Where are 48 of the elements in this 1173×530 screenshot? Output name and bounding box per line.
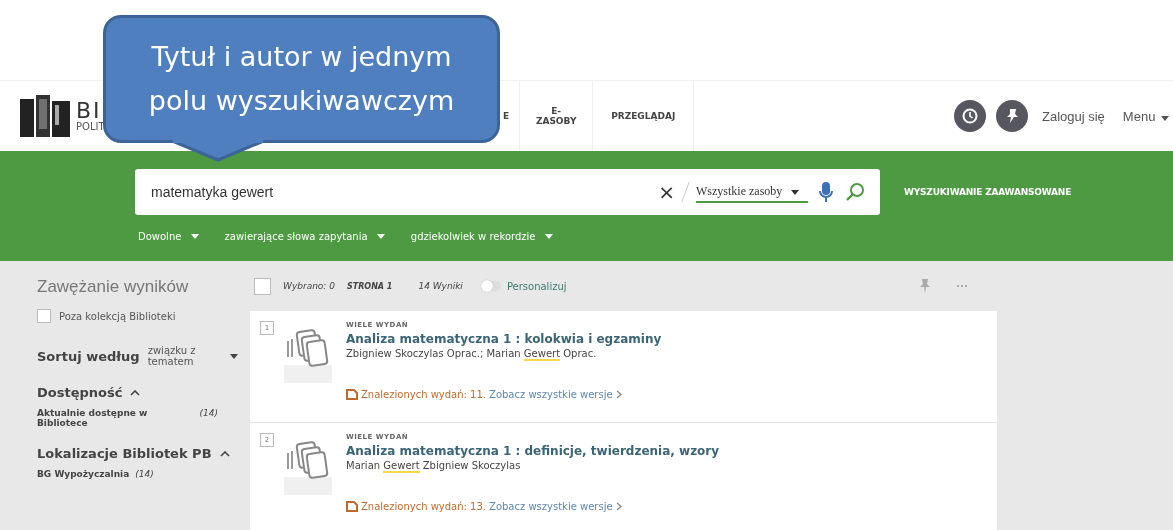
editions-icon xyxy=(346,388,358,400)
facet-count: (14) xyxy=(135,469,154,479)
sort-dropdown[interactable]: związku z tematem xyxy=(147,345,208,367)
chevron-up-icon[interactable] xyxy=(130,389,141,396)
caret-icon[interactable] xyxy=(791,189,800,195)
authors-text: Zbigniew Skoczylas Oprac.; Marian Gewert Oprac. xyxy=(346,348,598,359)
result-title-link[interactable]: Analiza matematyczna 1 : kolokwia i egzaminy xyxy=(346,332,662,346)
building-logo-icon xyxy=(20,95,70,137)
login-link[interactable]: Zaloguj się xyxy=(1042,108,1105,124)
results-count: 14 Wyniki xyxy=(418,281,463,291)
authors-text: Marian Gewert Zbigniew Skoczylas xyxy=(346,460,522,471)
chevron-up-icon[interactable] xyxy=(219,450,230,457)
editions-count: Znalezionych wydań: 13. xyxy=(361,500,487,512)
sort-label: Sortuj według xyxy=(37,348,140,364)
see-all-versions-link[interactable]: Zobacz wszystkie wersje xyxy=(489,388,613,400)
select-all-checkbox[interactable] xyxy=(254,277,271,295)
facet-item[interactable]: Aktualnie dostępne w Bibliotece xyxy=(37,408,157,428)
facet-header[interactable]: Lokalizacje Bibliotek PB xyxy=(37,446,212,461)
nav-link[interactable]: E xyxy=(500,81,520,151)
scope-dropdown[interactable]: Wszystkie zasoby xyxy=(696,181,808,203)
chevron-right-icon[interactable] xyxy=(615,389,622,399)
checkbox[interactable] xyxy=(37,309,51,323)
callout-text: Tytuł i autor w jednym polu wyszukiwawczym xyxy=(147,40,456,118)
toggle-switch[interactable] xyxy=(480,281,501,291)
result-title-link[interactable]: Analiza matematyczna 1 : definicje, twierdzenia, wzory xyxy=(346,444,720,458)
library-subtitle: POLIT xyxy=(76,122,105,132)
page-label: STRONA 1 xyxy=(347,281,393,291)
sidebar-title: Zawężanie wyników xyxy=(37,277,190,297)
library-name: BI xyxy=(76,100,102,122)
see-all-versions-link[interactable]: Zobacz wszystkie wersje xyxy=(489,500,613,512)
history-icon[interactable] xyxy=(954,100,986,132)
selected-count: Wybrano: 0 xyxy=(283,281,335,291)
chevron-right-icon[interactable] xyxy=(615,501,622,511)
editions-count: Znalezionych wydań: 11. xyxy=(361,388,487,400)
personalize-label[interactable]: Personalizuj xyxy=(506,280,567,292)
facet-header[interactable]: Dostępność xyxy=(37,385,123,400)
search-icon[interactable] xyxy=(844,181,866,203)
caret-icon[interactable] xyxy=(230,353,238,359)
editions-icon xyxy=(346,500,358,512)
search-field[interactable]: matematyka gewert × Wszystkie zasoby xyxy=(135,169,880,215)
checkbox-label: Poza kolekcją Biblioteki xyxy=(59,310,176,322)
caret-icon[interactable] xyxy=(1161,115,1169,121)
menu-button[interactable]: Menu xyxy=(1122,108,1169,124)
pin-icon[interactable] xyxy=(996,100,1028,132)
facet-count: (14) xyxy=(199,408,218,420)
clear-button[interactable]: × xyxy=(658,180,675,204)
microphone-icon[interactable] xyxy=(818,181,834,203)
facet-item[interactable]: BG Wypożyczalnia xyxy=(37,469,130,479)
